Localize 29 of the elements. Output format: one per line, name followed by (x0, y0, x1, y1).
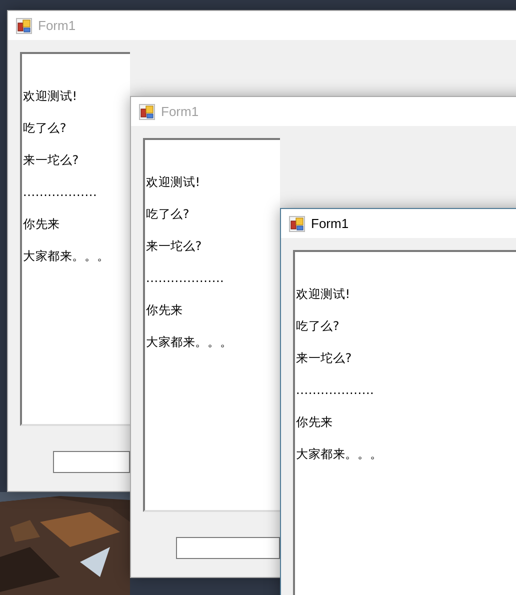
app-icon (16, 18, 32, 34)
text-line: 欢迎测试! (296, 286, 350, 303)
input-field[interactable] (53, 451, 130, 473)
text-area[interactable]: 欢迎测试! 吃了么? 来一坨么? .................. 你先来 大家都来。。。 (20, 52, 130, 426)
text-line: 欢迎测试! (23, 88, 78, 105)
window-title: Form1 (161, 104, 199, 119)
text-line: 大家都来。。。 (146, 334, 232, 351)
input-field[interactable] (176, 537, 280, 559)
window-title: Form1 (311, 216, 349, 231)
text-line: 大家都来。。。 (23, 248, 110, 265)
text-line: 吃了么? (296, 318, 340, 335)
text-line: 来一坨么? (146, 238, 202, 255)
text-line: 欢迎测试! (146, 174, 200, 191)
text-area[interactable]: 欢迎测试! 吃了么? 来一坨么? ................... 你先来 大家都来。。。 (143, 138, 280, 512)
window-title: Form1 (38, 18, 76, 33)
text-line: ................... (296, 382, 374, 399)
text-line: 你先来 (23, 216, 60, 233)
text-line: 吃了么? (146, 206, 190, 223)
text-line: 你先来 (296, 414, 333, 431)
text-line: 你先来 (146, 302, 183, 319)
text-line: ................... (146, 270, 224, 287)
text-line: 来一坨么? (23, 152, 79, 169)
text-area[interactable]: 欢迎测试! 吃了么? 来一坨么? ................... 你先来 大家都来。。。 (293, 250, 516, 595)
text-line: 大家都来。。。 (296, 446, 382, 463)
text-line: .................. (23, 184, 98, 201)
text-line: 吃了么? (23, 120, 67, 137)
app-icon (139, 104, 155, 120)
text-line: 来一坨么? (296, 350, 352, 367)
app-icon (289, 216, 305, 232)
